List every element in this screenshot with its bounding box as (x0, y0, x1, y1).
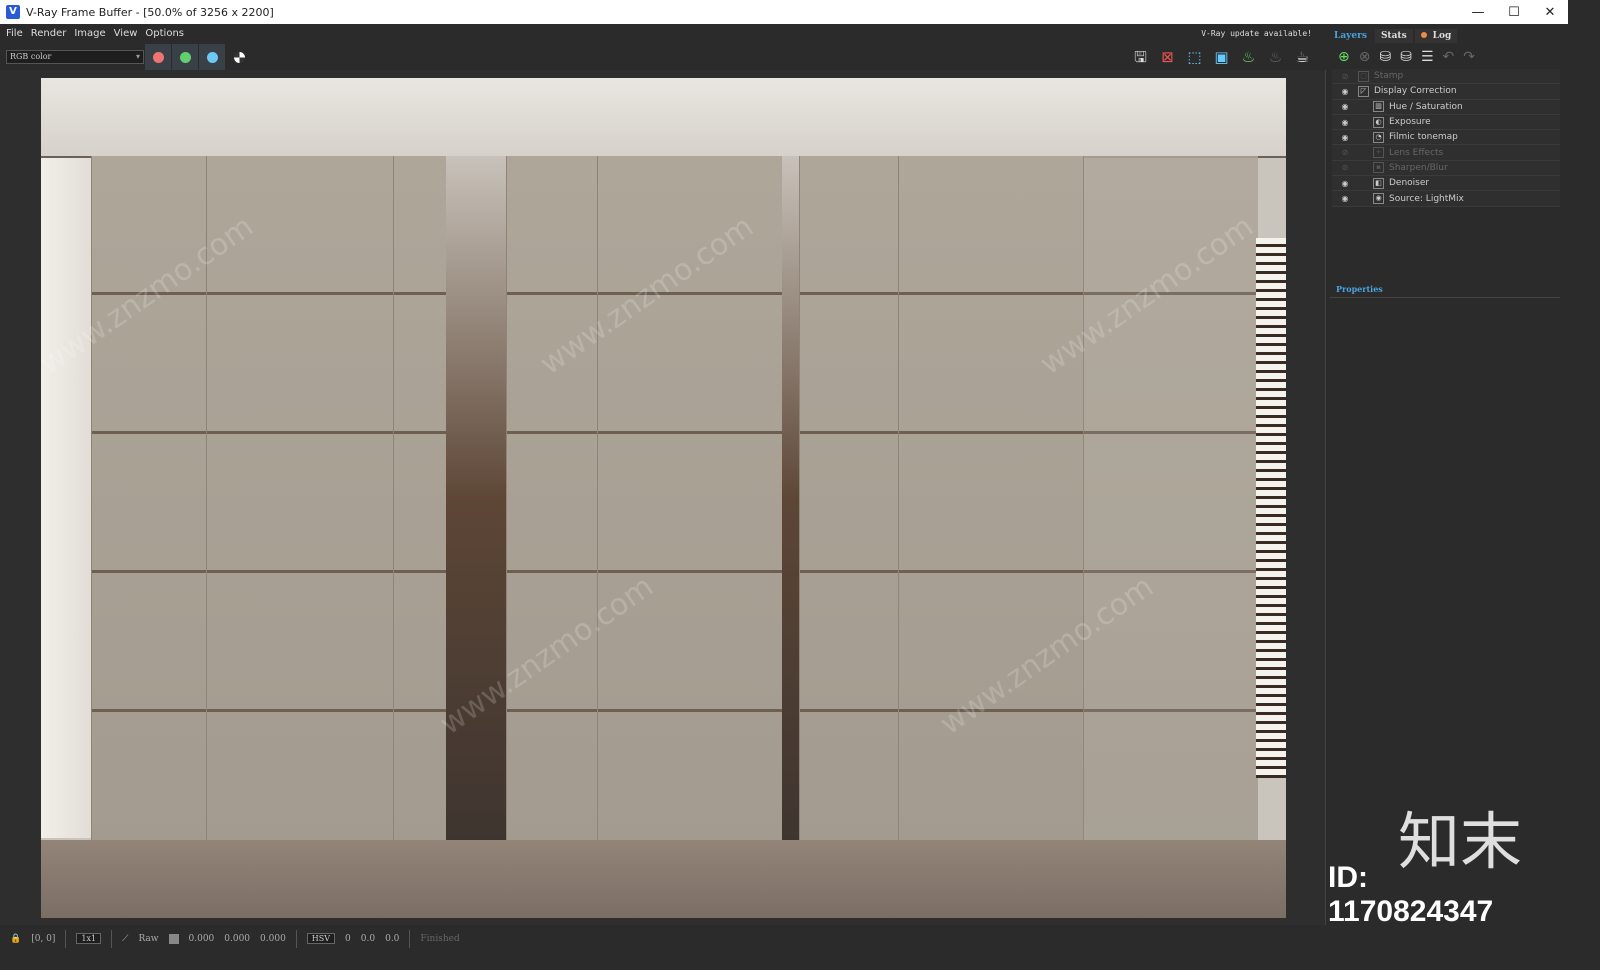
layers-panel: Layers Stats Log ⊕ ⊗ ⛁ ⛁ ☰ ↶ ↷ ⊘ ▢ Stamp ◉ ◸… (1328, 24, 1568, 951)
layer-name: Display Correction (1374, 86, 1457, 97)
render-status: Finished (420, 933, 460, 944)
layer-type-icon: ◐ (1373, 116, 1384, 128)
save-icon[interactable]: 🖫 (1131, 48, 1150, 66)
layer-type-icon: + (1373, 147, 1384, 159)
layer-type-icon: ▪ (1373, 162, 1384, 174)
compare-icon[interactable]: ▣ (1212, 48, 1231, 66)
window-title: V-Ray Frame Buffer - [50.0% of 3256 x 22… (26, 5, 274, 19)
raw-label: Raw (138, 933, 159, 944)
s-value: 0.0 (360, 933, 376, 944)
layer-name: Stamp (1374, 71, 1404, 82)
tab-layers[interactable]: Layers (1328, 29, 1373, 43)
color-swatch (168, 933, 179, 944)
eye-icon[interactable]: ◉ (1332, 194, 1358, 203)
add-layer-icon[interactable]: ⊕ (1338, 49, 1350, 65)
layer-name: Denoiser (1389, 178, 1430, 189)
properties-header: Properties (1330, 284, 1560, 298)
eye-icon[interactable]: ◉ (1332, 118, 1358, 127)
teapot-icon[interactable]: ☕ (1293, 48, 1312, 66)
watermark-id: ID: 1170824347 (1328, 861, 1494, 928)
alpha-channel-button[interactable] (226, 44, 252, 70)
color-mode-select[interactable]: HSV (306, 933, 336, 944)
layer-row[interactable]: ◉ ◸ Display Correction (1332, 84, 1560, 100)
green-dot-icon (179, 51, 191, 63)
red-dot-icon (152, 51, 164, 63)
rendered-image: www.znzmo.com www.znzmo.com www.znzmo.co… (41, 78, 1286, 918)
r-value: 0.000 (188, 933, 215, 944)
curve-icon[interactable]: ⟋ (122, 934, 128, 944)
alpha-icon (233, 51, 245, 63)
layer-name: Filmic tonemap (1389, 132, 1458, 143)
menu-image[interactable]: Image (74, 28, 105, 39)
g-value: 0.000 (224, 933, 251, 944)
region-icon[interactable]: ⬚ (1185, 48, 1204, 66)
layer-type-icon: ◸ (1358, 85, 1369, 97)
layer-name: Source: LightMix (1389, 193, 1464, 204)
blue-dot-icon (206, 51, 218, 63)
render-icon[interactable]: ♨ (1239, 48, 1258, 66)
layer-type-icon: ◔ (1373, 131, 1384, 143)
menu-bar: File Render Image View Options V-Ray upd… (0, 24, 1326, 43)
blue-channel-button[interactable] (199, 44, 225, 70)
layer-row[interactable]: ◉ ◧ Denoiser (1332, 176, 1560, 192)
pixel-coords: [0, 0] (31, 933, 56, 944)
eye-icon[interactable]: ◉ (1332, 179, 1358, 188)
update-notice[interactable]: V-Ray update available! (1201, 29, 1312, 38)
layer-type-icon: ◧ (1373, 177, 1384, 189)
clear-icon[interactable]: ⊠ (1158, 48, 1177, 66)
green-channel-button[interactable] (172, 44, 198, 70)
eye-off-icon[interactable]: ⊘ (1332, 148, 1358, 157)
save-layers-icon[interactable]: ⛁ (1379, 49, 1391, 65)
layer-list: ⊘ ▢ Stamp ◉ ◸ Display Correction ◉ ▥ Hue / Satur… (1332, 69, 1560, 207)
layer-type-icon: ▢ (1358, 70, 1369, 82)
layer-type-icon: ◉ (1373, 193, 1384, 205)
menu-options[interactable]: Options (145, 28, 184, 39)
vray-logo-icon: V (6, 5, 20, 19)
layer-row[interactable]: ⊘ ▢ Stamp (1332, 69, 1560, 85)
b-value: 0.000 (260, 933, 286, 944)
eye-icon[interactable]: ◉ (1332, 87, 1358, 96)
tab-stats[interactable]: Stats (1374, 29, 1413, 43)
toolbar: RGB color 🖫 ⊠ ⬚ ▣ ♨ ♨ ☕ (0, 44, 1326, 70)
layer-row[interactable]: ◉ ▥ Hue / Saturation (1332, 99, 1560, 115)
delete-layer-icon[interactable]: ⊗ (1359, 49, 1371, 65)
tab-log-label: Log (1432, 31, 1452, 41)
status-bar: 🔒 [0, 0] 1x1 ⟋ Raw 0.000 0.000 0.000 HSV… (0, 927, 1326, 950)
layer-row[interactable]: ◉ ◐ Exposure (1332, 114, 1560, 131)
maximize-button[interactable]: ☐ (1496, 5, 1532, 20)
minimize-button[interactable]: — (1460, 5, 1496, 20)
tab-log[interactable]: Log (1414, 29, 1458, 43)
close-button[interactable]: ✕ (1532, 5, 1568, 20)
layer-name: Sharpen/Blur (1389, 162, 1448, 173)
menu-render[interactable]: Render (31, 28, 67, 39)
zoom-select[interactable]: 1x1 (76, 933, 102, 944)
eye-off-icon[interactable]: ⊘ (1332, 163, 1358, 172)
undo-icon[interactable]: ↶ (1443, 49, 1455, 65)
redo-icon[interactable]: ↷ (1463, 49, 1475, 65)
layer-row[interactable]: ⊘ ▪ Sharpen/Blur (1332, 160, 1560, 177)
layer-name: Exposure (1389, 117, 1431, 128)
eye-icon[interactable]: ◉ (1332, 133, 1358, 142)
channel-select[interactable]: RGB color (6, 50, 144, 64)
layer-row[interactable]: ⊘ + Lens Effects (1332, 145, 1560, 161)
lock-icon[interactable]: 🔒 (10, 934, 21, 944)
h-value: 0 (345, 933, 351, 944)
eye-icon[interactable]: ◉ (1332, 102, 1358, 111)
load-layers-icon[interactable]: ⛁ (1400, 49, 1412, 65)
v-value: 0.0 (385, 933, 400, 944)
layer-name: Lens Effects (1389, 147, 1444, 158)
red-channel-button[interactable] (145, 44, 171, 70)
log-alert-icon (1420, 32, 1427, 38)
menu-view[interactable]: View (114, 28, 138, 39)
menu-file[interactable]: File (6, 28, 23, 39)
eye-off-icon[interactable]: ⊘ (1332, 72, 1358, 81)
list-icon[interactable]: ☰ (1421, 49, 1434, 65)
layer-name: Hue / Saturation (1389, 101, 1463, 112)
layer-row[interactable]: ◉ ◉ Source: LightMix (1332, 191, 1560, 207)
layer-type-icon: ▥ (1373, 101, 1384, 113)
title-bar: V V-Ray Frame Buffer - [50.0% of 3256 x … (0, 0, 1568, 24)
render-viewport[interactable]: www.znzmo.com www.znzmo.com www.znzmo.co… (0, 70, 1326, 925)
layer-row[interactable]: ◉ ◔ Filmic tonemap (1332, 130, 1560, 146)
stop-icon[interactable]: ♨ (1266, 48, 1285, 66)
